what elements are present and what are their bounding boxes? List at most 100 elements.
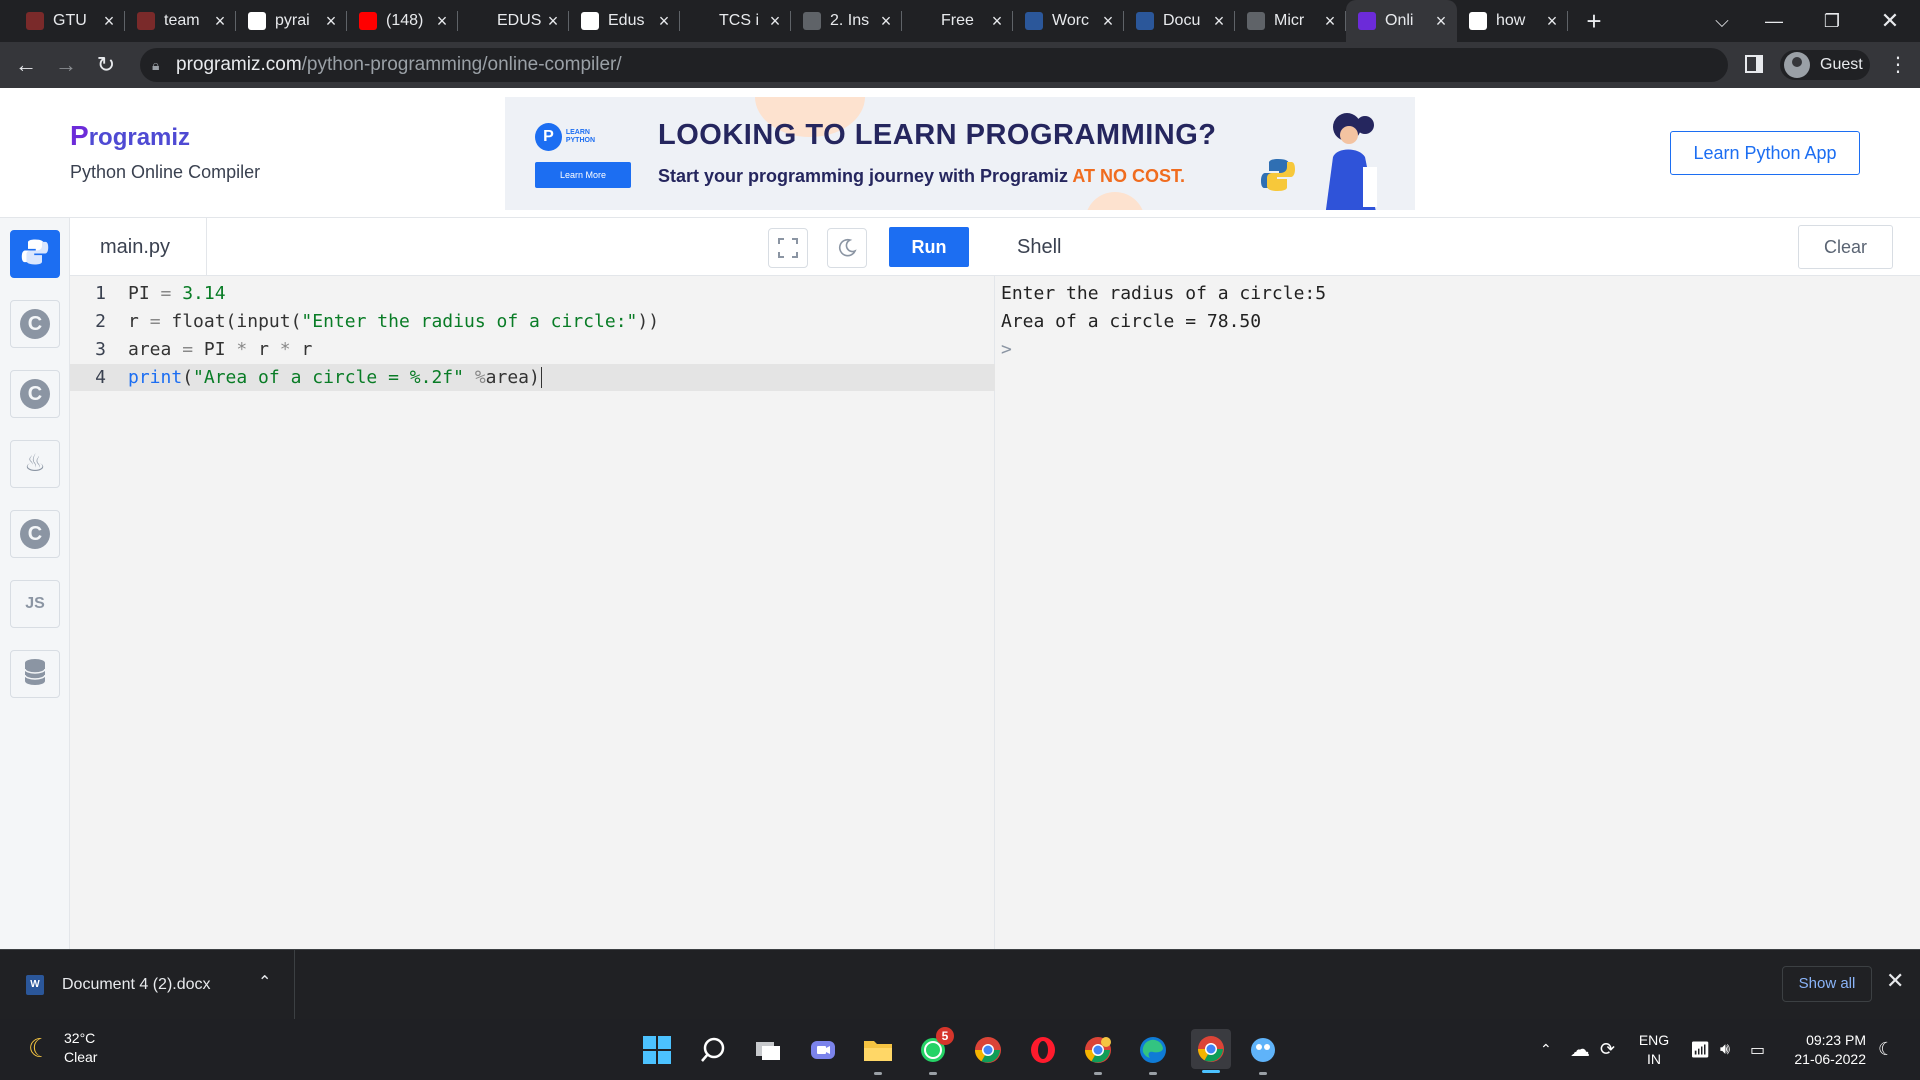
close-tab-icon[interactable]: ×	[1211, 11, 1227, 32]
clear-button[interactable]: Clear	[1798, 225, 1893, 269]
close-tab-icon[interactable]: ×	[1100, 11, 1116, 32]
tab-search-icon[interactable]: ⌵	[1693, 0, 1751, 42]
download-item[interactable]: W Document 4 (2).docx ⌃	[0, 950, 295, 1020]
back-icon[interactable]: ←	[6, 52, 46, 78]
browser-tab[interactable]: Micr ×	[1235, 0, 1346, 42]
search-icon[interactable]	[696, 1033, 730, 1067]
browser-tab[interactable]: Edus ×	[569, 0, 680, 42]
browser-tab[interactable]: team ×	[125, 0, 236, 42]
code-token: r	[128, 311, 150, 332]
close-tab-icon[interactable]: ×	[212, 11, 228, 32]
start-icon[interactable]	[640, 1033, 674, 1067]
close-tab-icon[interactable]: ×	[767, 11, 783, 32]
language-cpp-button[interactable]: C	[10, 370, 60, 418]
language-sql-button[interactable]	[10, 650, 60, 698]
clock[interactable]: 09:23 PM 21-06-2022	[1780, 1031, 1866, 1069]
opera-icon[interactable]	[1026, 1033, 1060, 1067]
tagline-text: Start your programming journey with Prog…	[658, 166, 1073, 186]
side-panel-icon[interactable]	[1745, 55, 1763, 73]
language-c-button[interactable]: C	[10, 300, 60, 348]
language-java-button[interactable]: ♨	[10, 440, 60, 488]
word-favicon	[1025, 12, 1043, 30]
fullscreen-icon[interactable]	[768, 228, 808, 268]
chevron-up-icon[interactable]: ⌃	[258, 972, 271, 992]
dark-mode-icon[interactable]	[827, 228, 867, 268]
browser-tab[interactable]: TCS i ×	[680, 0, 791, 42]
close-tab-icon[interactable]: ×	[323, 11, 339, 32]
close-download-bar-icon[interactable]: ✕	[1886, 968, 1904, 994]
browser-tab[interactable]: Docu ×	[1124, 0, 1235, 42]
notification-icon[interactable]: ☾	[1878, 1019, 1894, 1080]
banner-learn-more-button[interactable]: Learn More	[535, 162, 631, 188]
browser-tab[interactable]: (148) ×	[347, 0, 458, 42]
edge-icon[interactable]	[1136, 1033, 1170, 1075]
show-all-button[interactable]: Show all	[1782, 966, 1872, 1002]
whatsapp-icon[interactable]: 5	[916, 1027, 954, 1075]
file-tab-main-py[interactable]: main.py	[70, 218, 207, 276]
restore-icon[interactable]: ❐	[1803, 0, 1861, 42]
learn-python-app-button[interactable]: Learn Python App	[1670, 131, 1860, 175]
sync-icon[interactable]: ⟳	[1600, 1019, 1615, 1080]
weather-condition: Clear	[64, 1049, 98, 1065]
code-line[interactable]: 2 r = float(input("Enter the radius of a …	[70, 308, 995, 335]
language-js-button[interactable]: JS	[10, 580, 60, 628]
close-tab-icon[interactable]: ×	[1433, 11, 1449, 32]
windows-taskbar: ☾ 32°C Clear 5 ⌃ ☁ ⟳ ENG IN 📶︎ 🔊︎ ▭ 09:2…	[0, 1019, 1920, 1080]
browser-tab[interactable]: GTU ×	[14, 0, 125, 42]
browser-menu-icon[interactable]: ⋮	[1888, 52, 1908, 77]
close-tab-icon[interactable]: ×	[101, 11, 117, 32]
close-tab-icon[interactable]: ×	[1322, 11, 1338, 32]
chrome-profile-icon[interactable]	[1081, 1033, 1115, 1075]
app-icon[interactable]	[1246, 1033, 1280, 1075]
close-window-icon[interactable]: ✕	[1861, 0, 1919, 42]
forward-icon[interactable]: →	[46, 52, 86, 78]
code-editor[interactable]: 1 PI = 3.14 2 r = float(input("Enter the ra…	[70, 276, 995, 949]
code-line[interactable]: 4 print("Area of a circle = %.2f" %area)	[70, 364, 995, 391]
browser-tab[interactable]: how ×	[1457, 0, 1568, 42]
tray-chevron-icon[interactable]: ⌃	[1540, 1019, 1552, 1080]
teams-chat-icon[interactable]	[806, 1033, 840, 1067]
code-line[interactable]: 1 PI = 3.14	[70, 280, 995, 307]
close-tab-icon[interactable]: ×	[989, 11, 1005, 32]
profile-button[interactable]: Guest	[1780, 50, 1870, 80]
close-tab-icon[interactable]: ×	[434, 11, 450, 32]
ad-banner[interactable]: P LEARN PYTHON Learn More LOOKING TO LEAR…	[505, 97, 1415, 210]
browser-tab[interactable]: Worc ×	[1013, 0, 1124, 42]
run-button[interactable]: Run	[889, 227, 969, 267]
close-tab-icon[interactable]: ×	[878, 11, 894, 32]
browser-tab[interactable]: EDUS ×	[458, 0, 569, 42]
lang-code: ENG	[1638, 1032, 1670, 1048]
browser-tab[interactable]: Free ×	[902, 0, 1013, 42]
weather-widget[interactable]: ☾ 32°C Clear	[28, 1029, 97, 1067]
chrome-icon[interactable]	[971, 1033, 1005, 1067]
task-view-icon[interactable]	[751, 1033, 785, 1067]
code-line[interactable]: 3 area = PI * r * r	[70, 336, 995, 363]
programiz-logo[interactable]: Programiz	[70, 120, 190, 152]
code-token: =	[149, 311, 172, 332]
minimize-icon[interactable]: —	[1745, 0, 1803, 42]
browser-tab[interactable]: pyrai ×	[236, 0, 347, 42]
close-tab-icon[interactable]: ×	[545, 11, 561, 32]
close-tab-icon[interactable]: ×	[1544, 11, 1560, 32]
browser-tab[interactable]: 2. Ins ×	[791, 0, 902, 42]
cpp-icon: C	[20, 379, 50, 409]
volume-icon[interactable]: 🔊︎	[1720, 1019, 1730, 1080]
file-explorer-icon[interactable]	[861, 1033, 895, 1075]
python-logo-icon	[1261, 159, 1295, 191]
input-language[interactable]: ENG IN	[1637, 1031, 1671, 1069]
onedrive-icon[interactable]: ☁	[1570, 1019, 1590, 1080]
reload-icon[interactable]: ↻	[86, 52, 126, 78]
address-bar[interactable]: 🔒︎ programiz.com/python-programming/onli…	[140, 48, 1728, 82]
word-favicon	[1136, 12, 1154, 30]
database-icon	[23, 658, 47, 691]
chrome-active-icon[interactable]	[1191, 1029, 1231, 1073]
close-tab-icon[interactable]: ×	[656, 11, 672, 32]
shell-output[interactable]: Enter the radius of a circle:5 Area of a …	[995, 276, 1920, 949]
new-tab-button[interactable]: +	[1574, 6, 1614, 37]
language-python-button[interactable]	[10, 230, 60, 278]
browser-tab[interactable]: Onli ×	[1346, 0, 1457, 42]
wifi-icon[interactable]: 📶︎	[1690, 1019, 1710, 1080]
language-csharp-button[interactable]: C	[10, 510, 60, 558]
battery-icon[interactable]: ▭	[1750, 1019, 1765, 1080]
lock-icon: 🔒︎	[152, 56, 160, 73]
